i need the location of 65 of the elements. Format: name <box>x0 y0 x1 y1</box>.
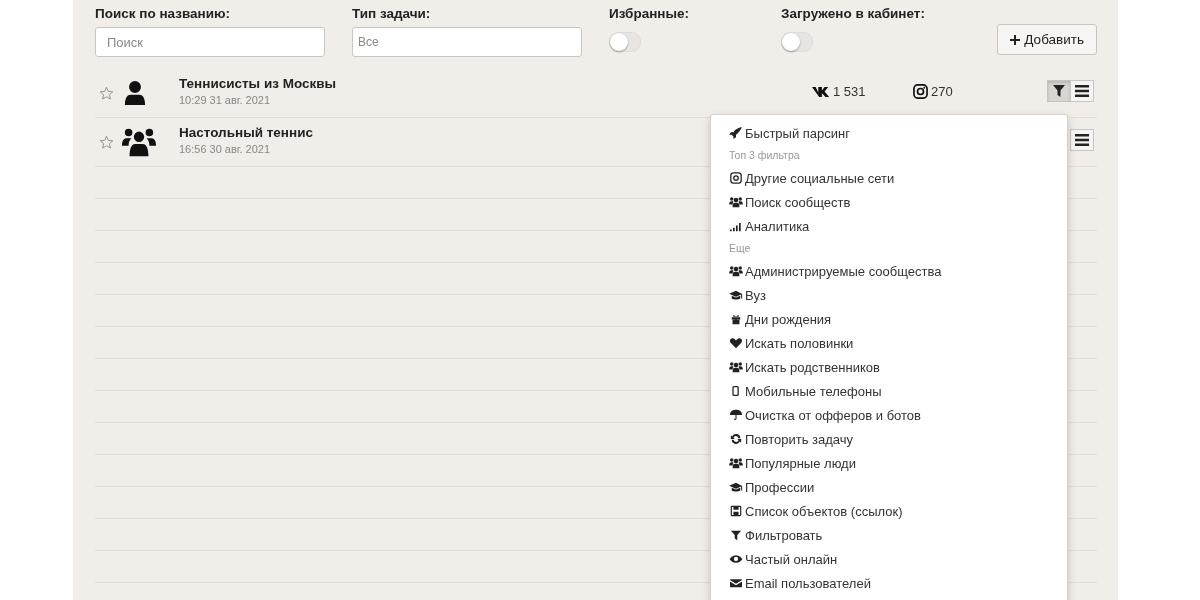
menu-item[interactable]: Повторить задачу <box>729 427 1067 451</box>
task-title[interactable]: Теннисисты из Москвы <box>179 75 337 93</box>
menu-item[interactable]: Другие социальные сети <box>729 166 1067 190</box>
menu-item[interactable]: Профессии <box>729 475 1067 499</box>
instagram-count: 270 <box>931 83 953 99</box>
menu-item[interactable]: Email пользователей <box>729 571 1067 595</box>
task-time: 10:29 31 авг. 2021 <box>179 93 271 107</box>
group-icon <box>122 126 156 158</box>
loaded-toggle[interactable] <box>781 32 813 52</box>
menu-section-header: Топ 3 фильтра <box>729 148 801 163</box>
graduation-cap-icon <box>729 289 743 301</box>
rocket-icon <box>729 127 743 139</box>
task-title[interactable]: Настольный теннис <box>179 124 313 142</box>
menu-item[interactable]: Вуз <box>729 283 1067 307</box>
eye-icon <box>729 553 743 565</box>
menu-icon <box>1075 133 1089 146</box>
graduation-cap-icon <box>729 481 743 493</box>
instagram-icon <box>913 83 928 99</box>
menu-item[interactable]: Дни рождения <box>729 307 1067 331</box>
favorites-toggle[interactable] <box>609 32 641 52</box>
menu-icon <box>1075 84 1089 97</box>
plus-icon <box>1010 34 1021 45</box>
users-icon <box>729 457 743 469</box>
menu-button[interactable] <box>1070 79 1094 102</box>
menu-item[interactable]: Очистка от офферов и ботов <box>729 403 1067 427</box>
users-icon <box>729 265 743 277</box>
star-icon[interactable] <box>99 134 114 150</box>
menu-item[interactable]: Администрируемые сообщества <box>729 259 1067 283</box>
filter-label: Избранные: <box>609 6 689 22</box>
task-time: 16:56 30 авг. 2021 <box>179 142 271 156</box>
menu-item[interactable]: Частый онлайн <box>729 547 1067 571</box>
refresh-icon <box>729 433 743 445</box>
menu-item[interactable]: Фильтровать <box>729 523 1067 547</box>
filter-button[interactable] <box>1047 79 1071 102</box>
umbrella-icon <box>729 409 743 421</box>
menu-item[interactable]: Список объектов (ссылок) <box>729 499 1067 523</box>
filter-label: Загружено в кабинет: <box>781 6 925 22</box>
menu-item[interactable]: Искать половинки <box>729 331 1067 355</box>
person-icon <box>124 79 146 107</box>
filter-icon <box>1053 84 1065 97</box>
vk-icon <box>812 85 830 97</box>
filter-icon <box>729 529 743 541</box>
filter-label: Поиск по названию: <box>95 6 231 22</box>
users-icon <box>729 361 743 373</box>
menu-item[interactable]: Искать родственников <box>729 355 1067 379</box>
instagram-icon <box>729 172 743 184</box>
filter-label: Тип задачи: <box>352 6 431 22</box>
menu-item[interactable]: Популярные люди <box>729 451 1067 475</box>
menu-item[interactable]: Мобильные телефоны <box>729 379 1067 403</box>
heart-icon <box>729 337 743 349</box>
menu-item[interactable]: Аналитика <box>729 214 1067 238</box>
signal-bars-icon <box>729 220 743 232</box>
add-button[interactable]: Добавить <box>997 24 1097 55</box>
users-icon <box>729 196 743 208</box>
menu-item[interactable]: Поиск сообществ <box>729 190 1067 214</box>
menu-item[interactable]: Быстрый парсинг <box>729 121 1067 145</box>
vk-count: 1 531 <box>833 83 866 99</box>
search-field[interactable]: Поиск <box>95 27 325 57</box>
save-icon <box>729 505 743 517</box>
menu-section-header: Еще <box>729 241 752 256</box>
menu-button[interactable] <box>1070 128 1094 151</box>
envelope-icon <box>729 577 743 589</box>
star-icon[interactable] <box>99 85 114 101</box>
gift-icon <box>729 313 743 325</box>
task-type-field[interactable]: Все <box>352 27 582 57</box>
